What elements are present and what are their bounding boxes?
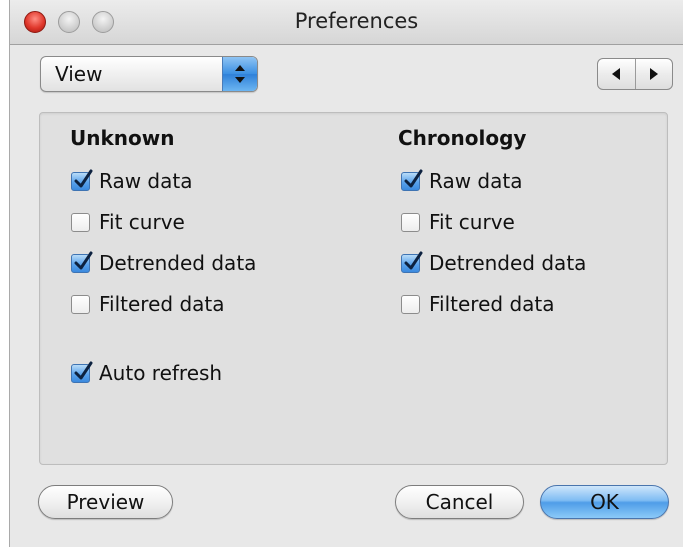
checkbox-label: Detrended data	[99, 251, 257, 275]
checkbox-box	[401, 251, 423, 273]
up-down-arrows-icon	[222, 57, 257, 91]
preview-button[interactable]: Preview	[38, 485, 173, 519]
checkmark-icon	[74, 361, 93, 379]
unknown-filtered-data-checkbox[interactable]: Filtered data	[71, 291, 225, 317]
checkbox-box	[71, 169, 93, 191]
title-bar: Preferences	[10, 0, 683, 45]
unknown-detrended-data-checkbox[interactable]: Detrended data	[71, 250, 256, 276]
checkmark-icon	[74, 251, 93, 269]
checkbox-label: Filtered data	[99, 292, 225, 316]
chronology-fit-curve-checkbox[interactable]: Fit curve	[401, 209, 515, 235]
checkbox-label: Raw data	[99, 169, 193, 193]
auto-refresh-checkbox[interactable]: Auto refresh	[71, 360, 222, 386]
checkmark-icon	[74, 169, 93, 187]
unknown-raw-data-checkbox[interactable]: Raw data	[71, 168, 192, 194]
checkbox-label: Raw data	[429, 169, 523, 193]
ok-button[interactable]: OK	[540, 485, 669, 519]
checkbox-box	[401, 212, 420, 232]
checkbox-label: Fit curve	[429, 210, 515, 234]
triangle-left-icon	[612, 68, 620, 80]
checkbox-box	[71, 294, 90, 314]
checkbox-box	[401, 294, 420, 314]
checkbox-label: Filtered data	[429, 292, 555, 316]
checkbox-label: Detrended data	[429, 251, 587, 275]
preferences-window: Preferences View Unknown Raw data Fit cu…	[9, 0, 683, 547]
checkmark-icon	[404, 169, 423, 187]
chronology-raw-data-checkbox[interactable]: Raw data	[401, 168, 522, 194]
checkbox-box	[71, 361, 93, 383]
unknown-fit-curve-checkbox[interactable]: Fit curve	[71, 209, 185, 235]
checkmark-icon	[404, 251, 423, 269]
chronology-filtered-data-checkbox[interactable]: Filtered data	[401, 291, 555, 317]
triangle-right-icon	[650, 68, 658, 80]
checkbox-box	[71, 251, 93, 273]
checkbox-label: Auto refresh	[99, 361, 223, 385]
unknown-heading: Unknown	[70, 126, 175, 150]
cancel-button[interactable]: Cancel	[395, 485, 524, 519]
view-options-panel: Unknown Raw data Fit curve Detrended dat…	[39, 112, 668, 465]
view-popup[interactable]: View	[40, 56, 258, 92]
next-page-button[interactable]	[636, 59, 672, 89]
page-stepper	[597, 58, 673, 90]
checkbox-box	[71, 212, 90, 232]
window-title: Preferences	[294, 9, 419, 33]
view-popup-label: View	[55, 62, 103, 86]
chronology-detrended-data-checkbox[interactable]: Detrended data	[401, 250, 586, 276]
previous-page-button[interactable]	[598, 59, 636, 89]
checkbox-label: Fit curve	[99, 210, 185, 234]
chronology-heading: Chronology	[398, 126, 527, 150]
checkbox-box	[401, 169, 423, 191]
